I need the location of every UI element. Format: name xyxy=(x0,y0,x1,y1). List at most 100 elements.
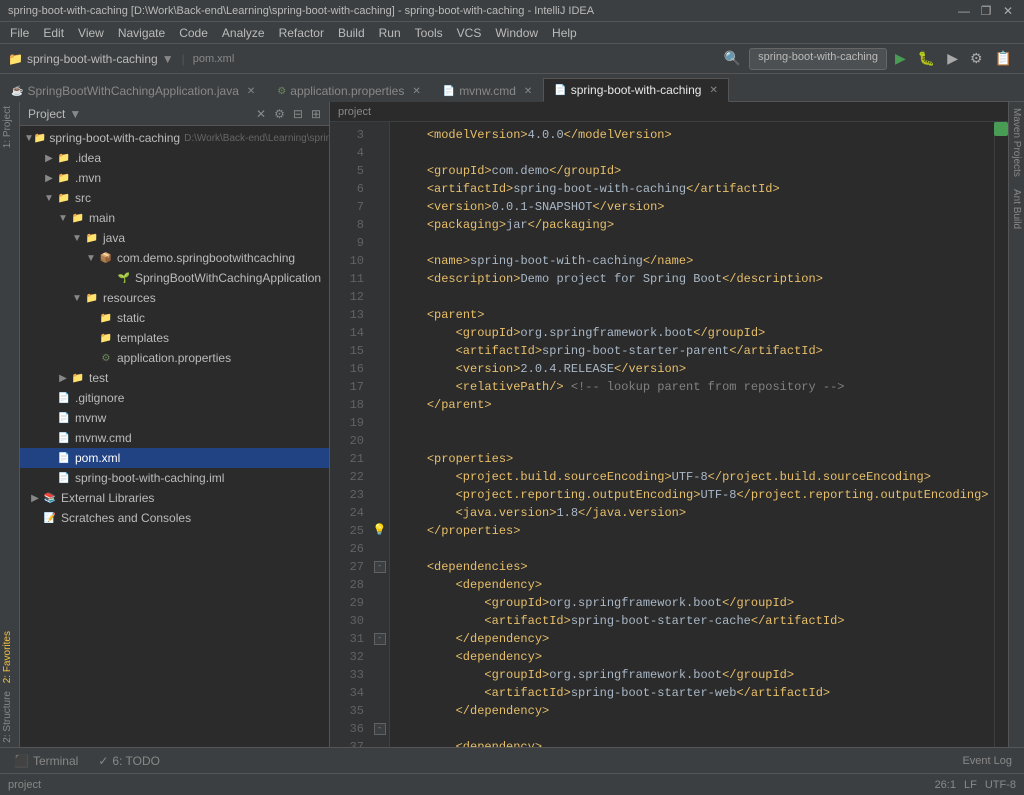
tab-label: Terminal xyxy=(33,754,78,768)
toggle-java[interactable]: ▼ xyxy=(70,233,84,244)
menu-analyze[interactable]: Analyze xyxy=(216,24,271,42)
structure-btn[interactable]: 📋 xyxy=(991,48,1016,69)
tree-item-mvnw-cmd[interactable]: 📄 mvnw.cmd xyxy=(20,428,329,448)
code-content[interactable]: <modelVersion>4.0.0</modelVersion> <grou… xyxy=(390,122,994,747)
mvnw-icon: 📄 xyxy=(56,410,72,426)
tree-item-templates[interactable]: 📁 templates xyxy=(20,328,329,348)
code-line: <dependency> xyxy=(398,576,986,594)
tree-item-resources[interactable]: ▼ 📁 resources xyxy=(20,288,329,308)
menu-refactor[interactable]: Refactor xyxy=(273,24,330,42)
fold-icon[interactable]: - xyxy=(374,723,386,735)
java-file-icon: ☕ xyxy=(11,86,23,97)
menu-help[interactable]: Help xyxy=(546,24,583,42)
menu-build[interactable]: Build xyxy=(332,24,371,42)
menu-navigate[interactable]: Navigate xyxy=(112,24,171,42)
project-tab-vertical[interactable]: 1: Project xyxy=(0,102,19,152)
toggle-package[interactable]: ▼ xyxy=(84,253,98,264)
ant-build-tab[interactable]: Ant Build xyxy=(1009,183,1024,235)
code-line xyxy=(398,432,986,450)
window-controls[interactable]: — ❐ ✕ xyxy=(956,4,1016,18)
tree-item-test[interactable]: ▶ 📁 test xyxy=(20,368,329,388)
tree-item-root[interactable]: ▼ 📁 spring-boot-with-caching D:\Work\Bac… xyxy=(20,128,329,148)
expand-icon[interactable]: ⊞ xyxy=(311,107,321,121)
toggle-mvn[interactable]: ▶ xyxy=(42,173,56,184)
settings-icon[interactable]: ⚙ xyxy=(274,107,285,121)
tab-pom-xml[interactable]: 📄 spring-boot-with-caching ✕ xyxy=(543,78,729,102)
line-ending: LF xyxy=(964,779,977,791)
tree-item-main[interactable]: ▼ 📁 main xyxy=(20,208,329,228)
tree-item-mvnw[interactable]: 📄 mvnw xyxy=(20,408,329,428)
code-line: <version>2.0.4.RELEASE</version> xyxy=(398,360,986,378)
tab-spring-app-java[interactable]: ☕ SpringBootWithCachingApplication.java … xyxy=(0,79,266,102)
error-stripe-ok-indicator xyxy=(994,122,1008,136)
tree-item-external-libs[interactable]: ▶ 📚 External Libraries xyxy=(20,488,329,508)
menu-window[interactable]: Window xyxy=(489,24,544,42)
tree-item-static[interactable]: 📁 static xyxy=(20,308,329,328)
run-btn[interactable]: ▶ xyxy=(891,48,910,69)
bottom-tab-terminal[interactable]: ⬛ Terminal xyxy=(4,750,88,772)
collapse-all-icon[interactable]: ⊟ xyxy=(293,107,303,121)
project-tree: ▼ 📁 spring-boot-with-caching D:\Work\Bac… xyxy=(20,126,329,747)
tab-close-icon[interactable]: ✕ xyxy=(412,86,420,97)
menu-vcs[interactable]: VCS xyxy=(451,24,488,42)
toggle-resources[interactable]: ▼ xyxy=(70,293,84,304)
maven-projects-tab[interactable]: Maven Projects xyxy=(1009,102,1024,183)
toggle-root[interactable]: ▼ xyxy=(24,133,34,144)
search-everywhere-btn[interactable]: 🔍 xyxy=(720,48,745,69)
tree-item-mvn[interactable]: ▶ 📁 .mvn xyxy=(20,168,329,188)
bottom-tab-todo[interactable]: ✓ 6: TODO xyxy=(88,750,170,772)
encoding: UTF-8 xyxy=(985,779,1016,791)
menu-edit[interactable]: Edit xyxy=(37,24,70,42)
code-line xyxy=(398,720,986,738)
favorites-tab-vertical[interactable]: 2: Favorites xyxy=(0,627,19,687)
tab-close-icon[interactable]: ✕ xyxy=(247,86,255,97)
tree-label: External Libraries xyxy=(61,491,154,505)
menu-view[interactable]: View xyxy=(72,24,110,42)
code-editor[interactable]: 3 4 5 6 7 8 9 10 11 12 13 14 15 16 17 18… xyxy=(330,122,1008,747)
tree-item-src[interactable]: ▼ 📁 src xyxy=(20,188,329,208)
tree-item-app-props[interactable]: ⚙ application.properties xyxy=(20,348,329,368)
tab-close-icon[interactable]: ✕ xyxy=(709,85,717,96)
tree-item-scratches[interactable]: 📝 Scratches and Consoles xyxy=(20,508,329,528)
settings-btn[interactable]: ⚙ xyxy=(966,48,987,69)
chevron-icon: ▼ xyxy=(162,52,174,66)
fold-icon[interactable]: - xyxy=(374,561,386,573)
tree-item-gitignore[interactable]: 📄 .gitignore xyxy=(20,388,329,408)
menu-tools[interactable]: Tools xyxy=(409,24,449,42)
project-selector[interactable]: 📁 spring-boot-with-caching ▼ xyxy=(8,52,174,66)
run-with-coverage-btn[interactable]: ▶ xyxy=(943,48,962,69)
toggle-test[interactable]: ▶ xyxy=(56,373,70,384)
structure-tab-vertical[interactable]: 2: Structure xyxy=(0,687,19,747)
run-configuration[interactable]: spring-boot-with-caching xyxy=(749,48,887,70)
close-button[interactable]: ✕ xyxy=(1000,4,1016,18)
fold-icon[interactable]: - xyxy=(374,633,386,645)
tree-item-main-class[interactable]: 🌱 SpringBootWithCachingApplication xyxy=(20,268,329,288)
folder-icon: 📁 xyxy=(84,290,100,306)
close-project-panel-btn[interactable]: ✕ xyxy=(256,107,266,121)
folder-icon: 📁 xyxy=(56,170,72,186)
tree-item-pom-xml[interactable]: 📄 pom.xml xyxy=(20,448,329,468)
code-line: <description>Demo project for Spring Boo… xyxy=(398,270,986,288)
menu-run[interactable]: Run xyxy=(373,24,407,42)
project-dropdown-icon[interactable]: ▼ xyxy=(69,107,81,121)
toggle-external[interactable]: ▶ xyxy=(28,493,42,504)
tree-label: application.properties xyxy=(117,351,231,365)
toggle-src[interactable]: ▼ xyxy=(42,193,56,204)
tree-item-package[interactable]: ▼ 📦 com.demo.springbootwithcaching xyxy=(20,248,329,268)
toggle-main[interactable]: ▼ xyxy=(56,213,70,224)
maximize-button[interactable]: ❐ xyxy=(978,4,994,18)
menu-file[interactable]: File xyxy=(4,24,35,42)
tree-item-java[interactable]: ▼ 📁 java xyxy=(20,228,329,248)
tab-close-icon[interactable]: ✕ xyxy=(524,86,532,97)
event-log-btn[interactable]: Event Log xyxy=(954,755,1020,767)
menu-code[interactable]: Code xyxy=(173,24,214,42)
tab-mvnw-cmd[interactable]: 📄 mvnw.cmd ✕ xyxy=(432,79,544,102)
minimize-button[interactable]: — xyxy=(956,4,972,18)
tab-application-props[interactable]: ⚙ application.properties ✕ xyxy=(266,79,431,102)
separator: | xyxy=(182,52,185,66)
tree-item-idea[interactable]: ▶ 📁 .idea xyxy=(20,148,329,168)
tree-label: .idea xyxy=(75,151,101,165)
toggle-idea[interactable]: ▶ xyxy=(42,153,56,164)
tree-item-iml[interactable]: 📄 spring-boot-with-caching.iml xyxy=(20,468,329,488)
debug-btn[interactable]: 🐛 xyxy=(914,48,939,69)
